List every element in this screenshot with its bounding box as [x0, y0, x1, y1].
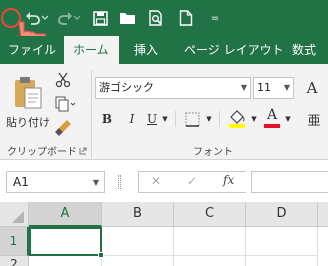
- paste-button[interactable]: 貼り付け: [6, 68, 50, 138]
- column-header-a[interactable]: A: [29, 202, 102, 227]
- save-icon[interactable]: [91, 9, 109, 27]
- chevron-down-icon: ▼: [283, 83, 290, 92]
- ribbon-tabs: ファイル ホーム 挿入 ページ レイアウト 数式: [0, 36, 328, 64]
- paste-label: 貼り付け: [6, 116, 50, 129]
- row-header-1[interactable]: 1: [0, 227, 29, 256]
- paint-bucket-icon: [229, 110, 245, 128]
- formula-input[interactable]: [251, 171, 328, 193]
- cell-c2[interactable]: [174, 256, 246, 266]
- row-header-2[interactable]: 2: [0, 256, 29, 266]
- column-header-c[interactable]: C: [174, 202, 246, 227]
- group-separator: [91, 70, 92, 158]
- fill-color-button[interactable]: [226, 106, 248, 130]
- cut-button[interactable]: [52, 70, 74, 90]
- insert-function-button[interactable]: fx: [223, 173, 234, 187]
- active-cell-a1[interactable]: [29, 227, 102, 256]
- ribbon-home: 貼り付け クリップボード 游ゴシック ▼ 11 ▼ A B I U ▼ ▼ ▼ …: [0, 64, 328, 160]
- tab-formulas[interactable]: 数式: [286, 36, 322, 64]
- redo-dropdown-icon[interactable]: [73, 9, 81, 27]
- font-color-dropdown-icon[interactable]: ▼: [283, 109, 293, 129]
- enter-icon[interactable]: ✓: [187, 174, 197, 188]
- new-document-icon[interactable]: [177, 9, 195, 27]
- font-name-value: 游ゴシック: [99, 81, 154, 94]
- cancel-icon[interactable]: ✕: [151, 174, 161, 188]
- name-box[interactable]: A1 ▼: [6, 171, 105, 193]
- chevron-down-icon: ▼: [240, 83, 247, 92]
- paste-icon: [15, 77, 42, 109]
- column-header-e[interactable]: [318, 202, 328, 227]
- font-color-swatch: [264, 124, 280, 128]
- spreadsheet-grid: A B C D 1 2: [0, 202, 328, 266]
- phonetic-icon: 亜: [307, 113, 321, 129]
- increase-font-icon: A: [306, 79, 318, 97]
- fill-handle[interactable]: [98, 252, 104, 258]
- scissors-icon: [55, 72, 71, 88]
- clipboard-launcher-icon[interactable]: [78, 146, 88, 156]
- redo-icon[interactable]: [56, 9, 74, 27]
- print-preview-icon[interactable]: [147, 9, 165, 27]
- customize-qat-button[interactable]: =: [206, 9, 224, 27]
- formula-bar: A1 ▼ ✕ ✓ fx: [0, 160, 328, 202]
- clipboard-group-label: クリップボード: [7, 147, 77, 158]
- quick-access-toolbar: =: [0, 0, 328, 51]
- tab-home[interactable]: ホーム: [64, 36, 119, 64]
- cell-d1[interactable]: [246, 227, 318, 256]
- font-size-select[interactable]: 11 ▼: [253, 77, 294, 99]
- tab-page-layout[interactable]: ページ レイアウト: [178, 36, 290, 64]
- cell-b1[interactable]: [102, 227, 174, 256]
- fill-color-dropdown-icon[interactable]: ▼: [249, 109, 259, 129]
- format-painter-button[interactable]: [52, 118, 74, 138]
- column-header-b[interactable]: B: [102, 202, 174, 227]
- cell-b2[interactable]: [102, 256, 174, 266]
- font-color-button[interactable]: A: [262, 106, 282, 130]
- underline-dropdown-icon[interactable]: ▼: [160, 109, 170, 129]
- resize-handle[interactable]: [118, 175, 121, 189]
- borders-icon: [185, 112, 199, 127]
- formula-buttons: ✕ ✓ fx: [138, 171, 246, 193]
- select-all-corner[interactable]: [0, 202, 29, 227]
- font-name-select[interactable]: 游ゴシック ▼: [95, 77, 251, 99]
- cell-d2[interactable]: [246, 256, 318, 266]
- column-header-d[interactable]: D: [246, 202, 318, 227]
- button-separator: [219, 111, 220, 127]
- bold-button[interactable]: B: [98, 109, 116, 129]
- tab-insert[interactable]: 挿入: [128, 36, 164, 64]
- button-separator: [175, 111, 176, 127]
- borders-button[interactable]: [181, 109, 203, 129]
- font-size-value: 11: [257, 81, 271, 94]
- name-box-value: A1: [13, 175, 29, 189]
- phonetic-button[interactable]: 亜: [302, 109, 326, 129]
- cell-c1[interactable]: [174, 227, 246, 256]
- increase-font-size-button[interactable]: A: [298, 77, 326, 99]
- copy-icon: [55, 96, 76, 112]
- open-folder-icon[interactable]: [118, 9, 136, 27]
- cell-a2[interactable]: [29, 256, 102, 266]
- tab-file[interactable]: ファイル: [2, 36, 62, 64]
- font-group-label: フォント: [193, 147, 233, 158]
- borders-dropdown-icon[interactable]: ▼: [204, 109, 214, 129]
- copy-button[interactable]: [52, 94, 78, 114]
- chevron-down-icon: ▼: [92, 178, 99, 187]
- font-color-glyph: A: [266, 107, 278, 123]
- paintbrush-icon: [55, 120, 71, 136]
- underline-button[interactable]: U: [144, 109, 160, 129]
- italic-button[interactable]: I: [123, 109, 141, 129]
